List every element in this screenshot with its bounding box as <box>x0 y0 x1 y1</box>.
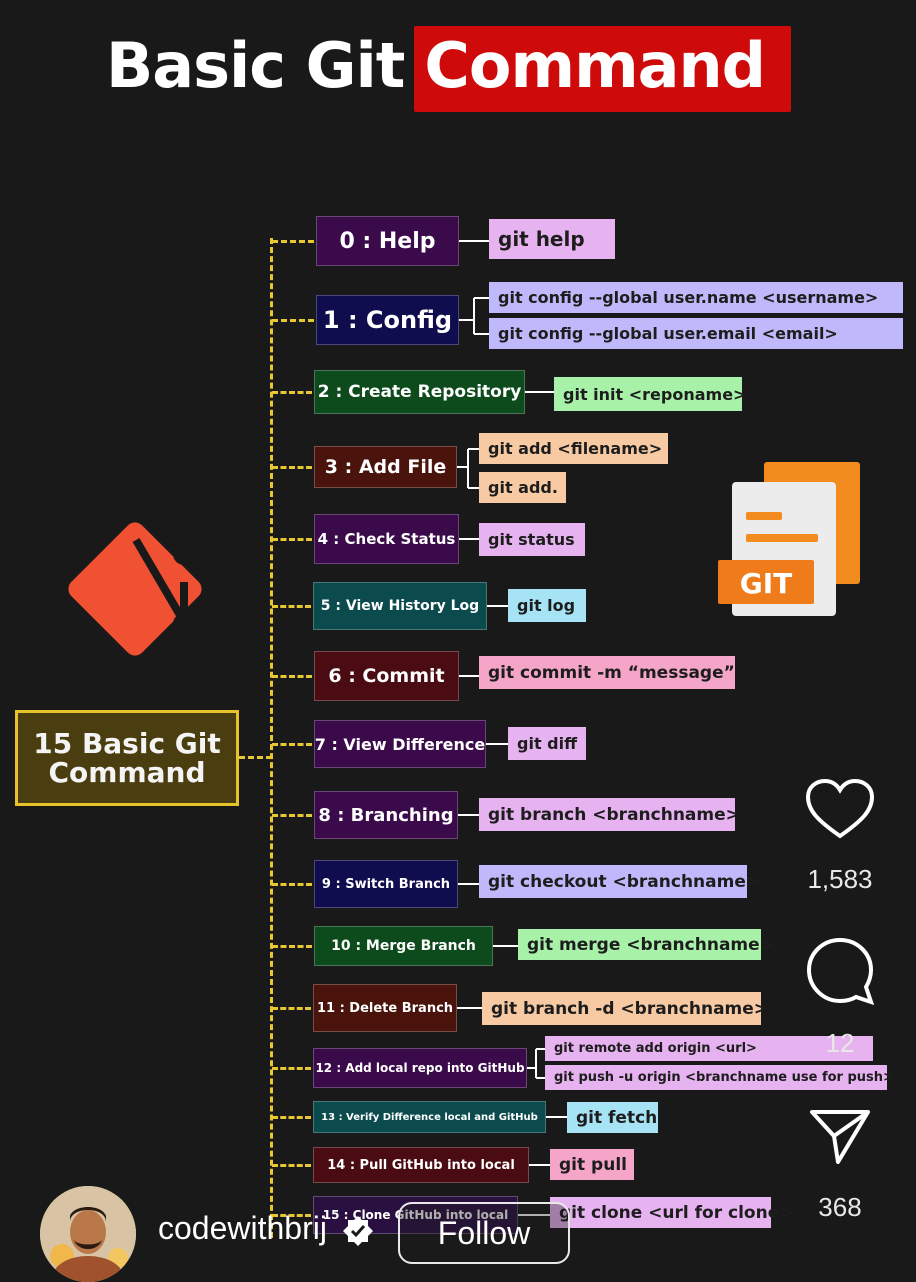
avatar-person-icon <box>40 1186 136 1282</box>
page-title: Basic Git Command <box>106 26 792 112</box>
command-connector <box>493 945 518 947</box>
title-part-1: Basic Git <box>106 29 405 102</box>
command-chip: git help <box>489 219 615 259</box>
verified-badge-icon <box>343 1216 373 1246</box>
comment-icon[interactable] <box>805 936 875 1006</box>
tree-branch <box>272 883 312 886</box>
follow-button[interactable]: Follow <box>398 1202 570 1264</box>
command-node-2: 2 : Create Repository <box>314 370 525 414</box>
title-part-2: Command <box>414 26 792 112</box>
command-node-10: 10 : Merge Branch <box>314 926 493 966</box>
tree-branch <box>272 675 312 678</box>
command-node-6: 6 : Commit <box>314 651 459 701</box>
command-node-9: 9 : Switch Branch <box>314 860 458 908</box>
command-connector <box>474 332 489 335</box>
tree-branch <box>272 743 312 746</box>
root-label-line-1: 15 Basic Git <box>33 727 221 760</box>
root-link <box>239 756 272 759</box>
command-connector <box>536 1047 545 1050</box>
command-chip: git merge <branchname> <box>518 929 774 960</box>
tree-branch <box>272 240 314 243</box>
command-node-13: 13 : Verify Difference local and GitHub <box>313 1101 546 1133</box>
avatar[interactable] <box>40 1186 136 1282</box>
root-label-line-2: Command <box>48 756 206 789</box>
command-node-1: 1 : Config <box>316 295 459 345</box>
command-node-12: 12 : Add local repo into GitHub <box>313 1048 527 1088</box>
tree-branch <box>272 1116 311 1119</box>
command-connector <box>529 1164 550 1166</box>
command-connector <box>468 486 479 489</box>
tree-branch <box>272 945 312 948</box>
command-node-3: 3 : Add File <box>314 446 457 488</box>
command-node-0: 0 : Help <box>316 216 459 266</box>
tree-branch <box>272 319 314 322</box>
tree-trunk <box>270 238 273 1238</box>
command-connector <box>473 297 475 334</box>
command-connector <box>458 814 479 816</box>
command-connector <box>487 605 508 607</box>
command-connector <box>536 1076 545 1079</box>
command-chip: git status <box>479 523 585 556</box>
command-chip: git clone <url for clone> <box>550 1197 794 1228</box>
command-connector <box>525 391 554 393</box>
command-connector <box>458 883 479 885</box>
tree-branch <box>272 466 312 469</box>
command-node-4: 4 : Check Status <box>314 514 459 564</box>
tree-branch <box>272 1164 311 1167</box>
command-chip: git config --global user.email <email> <box>489 318 903 349</box>
author-username[interactable]: codewithbrij <box>158 1210 327 1247</box>
command-connector <box>474 296 489 299</box>
share-count: 368 <box>818 1192 862 1222</box>
command-node-14: 14 : Pull GitHub into local <box>313 1147 529 1183</box>
tree-branch <box>272 1007 311 1010</box>
git-file-icon: GIT <box>718 462 860 616</box>
command-connector <box>459 538 479 540</box>
command-chip: git pull <box>550 1149 634 1180</box>
tree-branch <box>272 391 312 394</box>
command-node-7: 7 : View Difference <box>314 720 486 768</box>
command-node-11: 11 : Delete Branch <box>313 984 457 1032</box>
command-node-5: 5 : View History Log <box>313 582 487 630</box>
git-logo-icon <box>68 522 222 656</box>
tree-branch <box>272 1067 311 1070</box>
command-connector <box>467 448 469 488</box>
comment-count: 12 <box>825 1028 855 1058</box>
share-icon[interactable] <box>808 1106 872 1166</box>
command-connector <box>546 1116 567 1118</box>
command-chip: git log <box>508 589 586 622</box>
command-chip: git add <filename> <box>479 433 668 464</box>
tree-branch <box>272 605 311 608</box>
tree-branch <box>272 538 312 541</box>
command-chip: git commit -m “message” <box>479 656 735 689</box>
root-node: 15 Basic Git Command <box>15 710 239 806</box>
command-chip: git checkout <branchname> <box>479 865 760 898</box>
git-file-label: GIT <box>740 567 793 600</box>
command-chip: git config --global user.name <username> <box>489 282 903 313</box>
command-connector <box>535 1048 537 1078</box>
command-chip: git branch <branchname> <box>479 798 740 831</box>
command-chip: git add. <box>479 472 566 503</box>
command-connector <box>459 675 479 677</box>
command-connector <box>457 1007 482 1009</box>
like-count: 1,583 <box>807 864 873 894</box>
heart-icon[interactable] <box>805 778 875 840</box>
command-chip: git branch -d <branchname> <box>482 992 768 1025</box>
command-chip: git diff <box>508 727 586 760</box>
command-connector <box>459 319 474 321</box>
command-node-8: 8 : Branching <box>314 791 458 839</box>
command-connector <box>486 743 508 745</box>
command-chip: git init <reponame> <box>554 377 746 411</box>
tree-branch <box>272 814 312 817</box>
command-connector <box>468 447 479 450</box>
command-connector <box>459 240 489 242</box>
command-chip: git fetch <box>567 1102 658 1133</box>
command-chip: git push -u origin <branchname use for p… <box>545 1065 894 1090</box>
